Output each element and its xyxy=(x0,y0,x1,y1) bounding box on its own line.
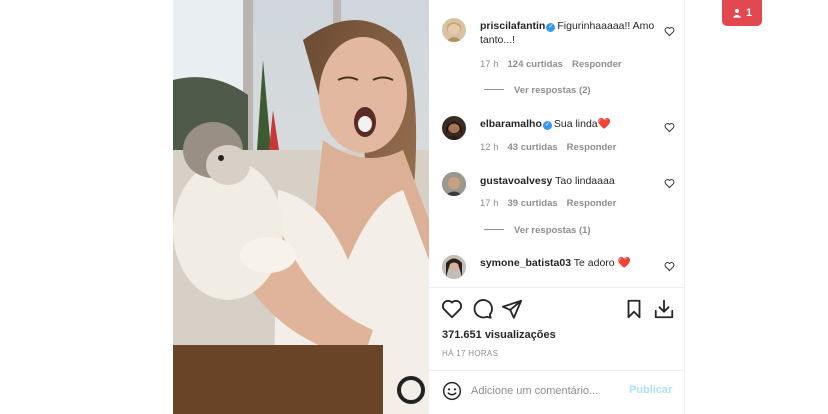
comment-username[interactable]: elbaramalho xyxy=(480,118,542,130)
replies-line xyxy=(484,89,504,90)
comment-meta: 17 h 124 curtidas Responder xyxy=(480,59,631,70)
comment-text: Sua linda❤️ xyxy=(553,118,611,130)
avatar[interactable] xyxy=(442,116,466,140)
replies-line xyxy=(484,229,504,230)
smiley-icon[interactable] xyxy=(442,381,462,401)
comment-username[interactable]: priscilafantin xyxy=(480,20,545,32)
comment-text-block: symone_batista03 Te adoro ❤️ xyxy=(480,256,655,270)
comment-time: 17 h xyxy=(480,59,499,70)
avatar[interactable] xyxy=(442,172,466,196)
comment-time: 17 h xyxy=(480,198,499,209)
comment-text: Te adoro ❤️ xyxy=(573,257,631,269)
reply-button[interactable]: Responder xyxy=(572,59,622,70)
viewer-count: 1 xyxy=(745,7,753,19)
views-count[interactable]: 371.651 visualizações xyxy=(442,329,556,341)
comment-meta: 17 h 39 curtidas Responder xyxy=(480,198,625,209)
download-icon[interactable] xyxy=(653,298,675,320)
view-replies-label: Ver respostas (2) xyxy=(514,85,591,96)
person-icon xyxy=(732,8,742,18)
comment-likes[interactable]: 124 curtidas xyxy=(508,59,563,70)
comment-text-block: elbaramalho ✓ Sua linda❤️ xyxy=(480,117,655,131)
reply-button[interactable]: Responder xyxy=(567,198,617,209)
comment-input[interactable] xyxy=(471,382,621,400)
comment-username[interactable]: symone_batista03 xyxy=(480,257,571,269)
avatar[interactable] xyxy=(442,255,466,279)
post-actions-bar xyxy=(429,296,685,322)
reply-button[interactable]: Responder xyxy=(567,142,617,153)
view-replies-label: Ver respostas (1) xyxy=(514,225,591,236)
verified-badge-icon: ✓ xyxy=(542,121,552,130)
divider xyxy=(429,287,685,288)
post-video[interactable] xyxy=(173,0,429,414)
comment-likes[interactable]: 39 curtidas xyxy=(508,198,558,209)
comment-bubble-icon[interactable] xyxy=(471,298,493,320)
bookmark-icon[interactable] xyxy=(623,298,645,320)
verified-badge-icon: ✓ xyxy=(546,23,556,32)
comment-text-block: priscilafantin ✓ Figurinhaaaaa!! Amo tanto… xyxy=(480,19,655,47)
comment-likes[interactable]: 43 curtidas xyxy=(508,142,558,153)
viewer-count-badge[interactable]: 1 xyxy=(722,0,762,26)
comments-list[interactable]: priscilafantin ✓ Figurinhaaaaa!! Amo tanto… xyxy=(429,0,685,286)
view-replies-button[interactable]: Ver respostas (2) xyxy=(484,85,591,96)
like-comment-heart-icon[interactable] xyxy=(664,178,675,189)
post-video-frame xyxy=(173,0,429,414)
comment-text: Tao lindaaaa xyxy=(555,175,615,187)
comment-time: 12 h xyxy=(480,142,499,153)
post-time-ago: HÁ 17 HORAS xyxy=(442,349,499,358)
publish-button[interactable]: Publicar xyxy=(629,384,672,396)
comment-username[interactable]: gustavoalvesy xyxy=(480,175,552,187)
add-comment-form: Publicar xyxy=(429,370,685,414)
heart-icon[interactable] xyxy=(441,298,463,320)
like-comment-heart-icon[interactable] xyxy=(664,261,675,272)
comment-text-block: gustavoalvesy Tao lindaaaa xyxy=(480,174,655,188)
paper-plane-icon[interactable] xyxy=(501,298,523,320)
avatar[interactable] xyxy=(442,18,466,42)
comment-meta: 12 h 43 curtidas Responder xyxy=(480,142,625,153)
like-comment-heart-icon[interactable] xyxy=(664,122,675,133)
instagram-post-page: priscilafantin ✓ Figurinhaaaaa!! Amo tanto… xyxy=(0,0,828,414)
view-replies-button[interactable]: Ver respostas (1) xyxy=(484,225,591,236)
comments-panel: priscilafantin ✓ Figurinhaaaaa!! Amo tanto… xyxy=(429,0,685,414)
like-comment-heart-icon[interactable] xyxy=(664,26,675,37)
